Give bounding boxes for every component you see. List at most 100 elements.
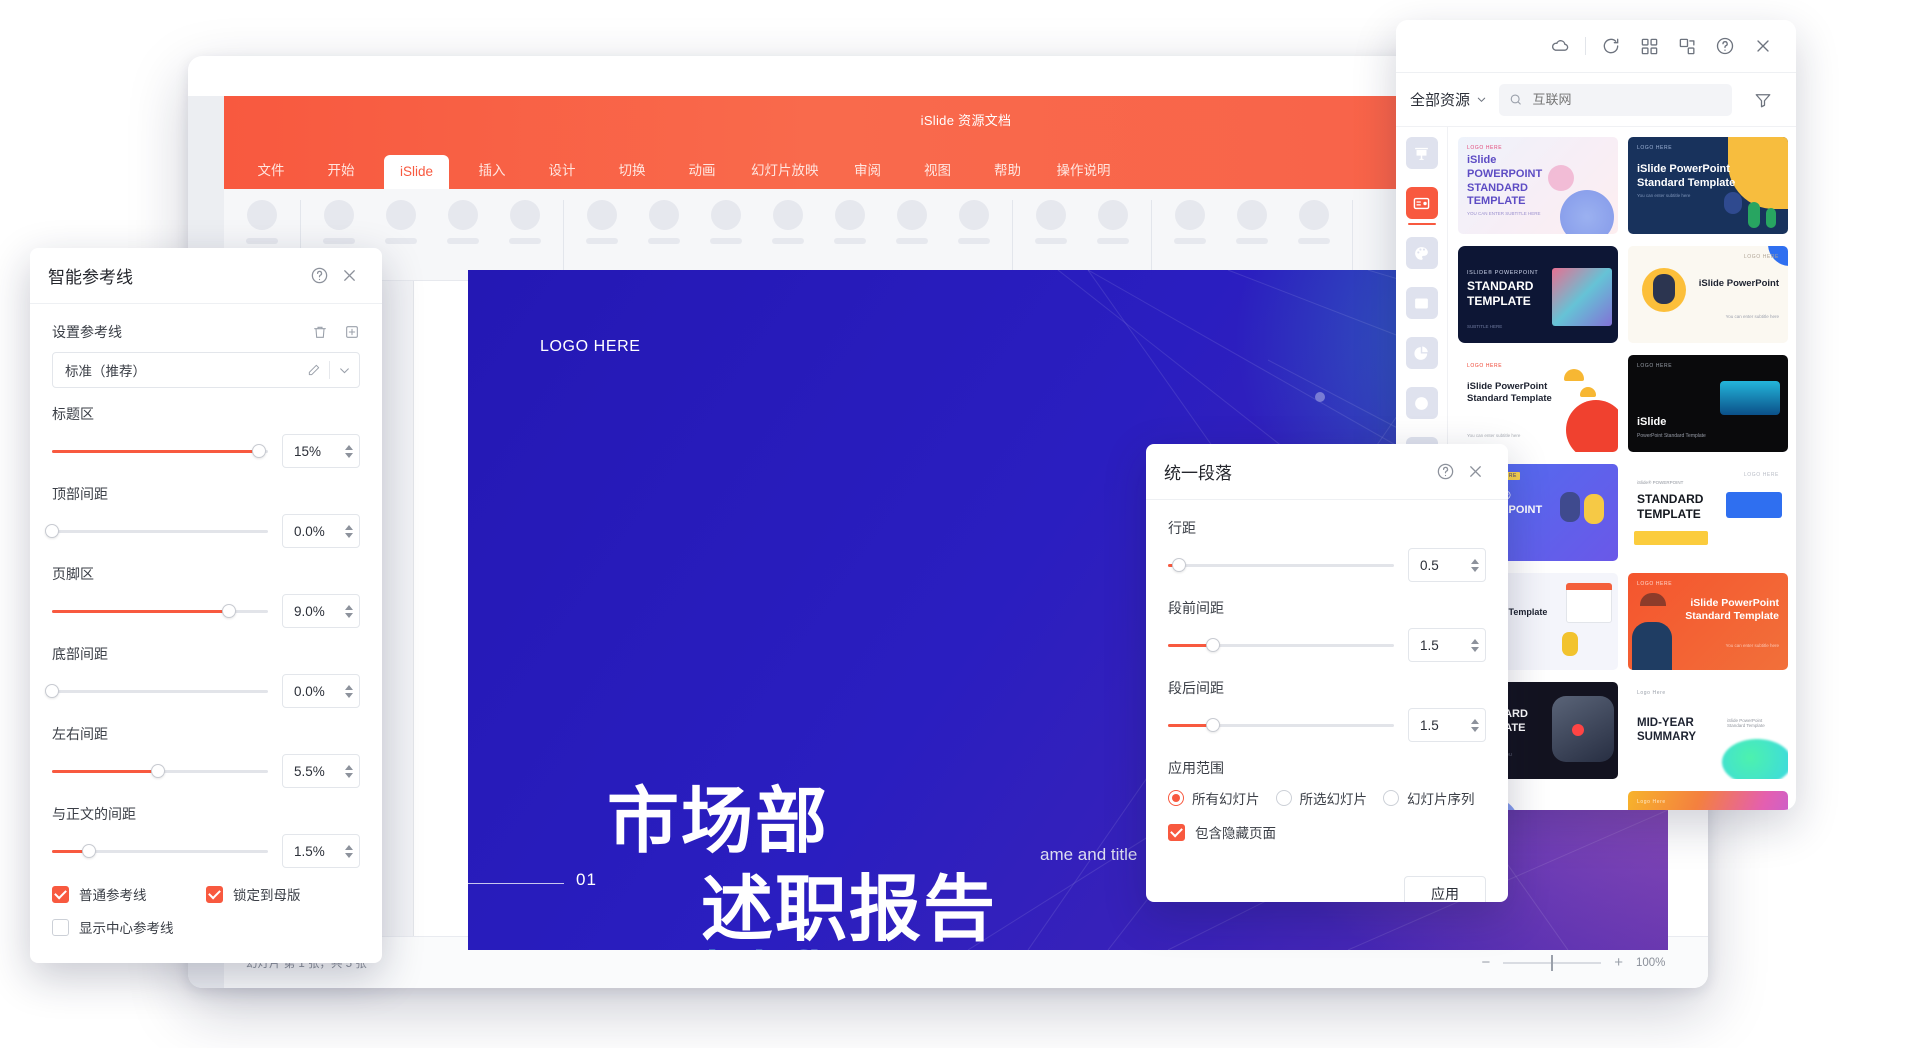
tab-islide[interactable]: iSlide <box>384 155 450 189</box>
radio-all-slides[interactable]: 所有幻灯片 <box>1168 788 1260 808</box>
slider-handle[interactable] <box>1206 718 1221 732</box>
stepper-up-icon[interactable] <box>345 844 353 850</box>
paragraph-field-spinner[interactable]: 1.5 <box>1408 708 1486 742</box>
template-card[interactable]: LOGO HERE iSlide® POWERPOINT STANDARD TE… <box>1628 464 1788 561</box>
stepper-down-icon[interactable] <box>1471 646 1479 652</box>
plus-icon[interactable] <box>344 324 360 340</box>
template-card[interactable]: LOGO HERE iSlide PowerPoint Standard Tem… <box>1458 355 1618 452</box>
stepper-down-icon[interactable] <box>345 852 353 858</box>
radio-slide-range[interactable]: 幻灯片序列 <box>1383 788 1475 808</box>
guide-field-slider[interactable] <box>52 841 268 861</box>
radio-button[interactable] <box>1383 790 1399 806</box>
tab-file[interactable]: 文件 <box>250 151 292 189</box>
checkbox-box[interactable] <box>1168 823 1185 841</box>
detach-icon[interactable] <box>1668 27 1706 65</box>
tab-animation[interactable]: 动画 <box>681 151 723 189</box>
cloud-icon[interactable] <box>1541 27 1579 65</box>
ribbon-button[interactable] <box>772 199 804 244</box>
guide-field-spinner[interactable]: 0.0% <box>282 674 360 708</box>
checkbox-box[interactable] <box>206 885 223 903</box>
guide-field-slider[interactable] <box>45 521 268 541</box>
guide-field-spinner[interactable]: 9.0% <box>282 594 360 628</box>
ribbon-button[interactable] <box>896 199 928 244</box>
stepper-down-icon[interactable] <box>345 452 353 458</box>
radio-button[interactable] <box>1275 790 1292 806</box>
chevron-down-icon[interactable] <box>338 364 351 377</box>
template-card[interactable]: Logo Here iSlide PowerPoint Standard Tem… <box>1628 791 1788 810</box>
rail-item-chart[interactable] <box>1405 337 1438 369</box>
help-icon[interactable] <box>304 261 334 291</box>
slider-handle[interactable] <box>150 764 165 778</box>
ribbon-button[interactable] <box>447 199 479 244</box>
close-icon[interactable] <box>1460 457 1490 487</box>
tab-transition[interactable]: 切换 <box>611 151 653 189</box>
rail-item-image[interactable] <box>1405 287 1438 319</box>
stepper-up-icon[interactable] <box>1471 638 1479 644</box>
ribbon-button[interactable] <box>1097 199 1129 244</box>
paragraph-field-slider[interactable] <box>1168 635 1394 655</box>
template-card[interactable]: LOGO HERE iSlide PowerPoint Standard Tem… <box>1628 573 1788 670</box>
stepper-up-icon[interactable] <box>345 604 353 610</box>
template-card[interactable]: LOGO HERE iSlide POWERPOINT STANDARD TEM… <box>1458 137 1618 234</box>
resource-category-dropdown[interactable]: 全部资源 <box>1410 89 1487 110</box>
stepper-down-icon[interactable] <box>1471 726 1479 732</box>
refresh-icon[interactable] <box>1592 27 1630 65</box>
slider-handle[interactable] <box>45 524 59 538</box>
paragraph-field-spinner[interactable]: 1.5 <box>1408 628 1486 662</box>
template-card[interactable]: LOGO HERE iSlide PowerPoint You can ente… <box>1628 246 1788 343</box>
stepper-up-icon[interactable] <box>345 524 353 530</box>
edit-icon[interactable] <box>307 363 321 377</box>
template-card[interactable]: Logo Here MID-YEAR SUMMARY iSlide PowerP… <box>1628 682 1788 779</box>
ribbon-button[interactable] <box>648 199 680 244</box>
zoom-slider-handle[interactable] <box>1551 954 1554 971</box>
ribbon-button[interactable] <box>958 199 990 244</box>
ribbon-button[interactable] <box>586 199 618 244</box>
guide-field-slider[interactable] <box>45 681 268 701</box>
grid-icon[interactable] <box>1630 27 1668 65</box>
guide-field-slider[interactable] <box>52 441 268 461</box>
resource-search-input[interactable] <box>1530 91 1722 108</box>
stepper-up-icon[interactable] <box>345 684 353 690</box>
checkbox-lock-to-master[interactable]: 锁定到母版 <box>206 884 360 904</box>
close-icon[interactable] <box>1744 27 1782 65</box>
slider-handle[interactable] <box>1172 558 1187 572</box>
ribbon-button[interactable] <box>1174 199 1206 244</box>
guide-field-spinner[interactable]: 15% <box>282 434 360 468</box>
help-icon[interactable] <box>1430 457 1460 487</box>
ribbon-button[interactable] <box>509 199 541 244</box>
tab-view[interactable]: 视图 <box>917 151 959 189</box>
stepper-down-icon[interactable] <box>345 772 353 778</box>
guide-field-spinner[interactable]: 5.5% <box>282 754 360 788</box>
checkbox-box[interactable] <box>52 885 69 903</box>
slider-handle[interactable] <box>222 604 237 618</box>
stepper-down-icon[interactable] <box>345 532 353 538</box>
template-card[interactable]: ISLIDE® POWERPOINT STANDARD TEMPLATE SUB… <box>1458 246 1618 343</box>
filter-icon[interactable] <box>1744 81 1782 119</box>
stepper-up-icon[interactable] <box>1471 718 1479 724</box>
guides-preset-select[interactable]: 标准（推荐） <box>52 352 360 388</box>
tab-home[interactable]: 开始 <box>320 151 362 189</box>
guide-field-spinner[interactable]: 1.5% <box>282 834 360 868</box>
rail-item-theme[interactable] <box>1405 237 1438 269</box>
checkbox-show-center-guides[interactable]: 显示中心参考线 <box>52 917 360 937</box>
help-icon[interactable] <box>1706 27 1744 65</box>
radio-selected-slides[interactable]: 所选幻灯片 <box>1275 788 1367 808</box>
stepper-down-icon[interactable] <box>345 612 353 618</box>
zoom-slider[interactable] <box>1503 954 1602 971</box>
checkbox-box[interactable] <box>52 918 69 936</box>
apply-button[interactable]: 应用 <box>1404 876 1486 902</box>
tab-design[interactable]: 设计 <box>541 151 583 189</box>
stepper-up-icon[interactable] <box>345 764 353 770</box>
slider-handle[interactable] <box>81 844 96 858</box>
stepper-down-icon[interactable] <box>1471 566 1479 572</box>
tab-review[interactable]: 审阅 <box>847 151 889 189</box>
ribbon-button[interactable] <box>834 199 866 244</box>
tab-tellme[interactable]: 操作说明 <box>1057 151 1111 189</box>
resource-search-box[interactable] <box>1499 83 1732 116</box>
zoom-out-button[interactable]: − <box>1481 955 1490 970</box>
ribbon-button[interactable] <box>1035 199 1067 244</box>
tab-help[interactable]: 帮助 <box>987 151 1029 189</box>
ribbon-button[interactable] <box>1298 199 1330 244</box>
guide-field-spinner[interactable]: 0.0% <box>282 514 360 548</box>
template-card[interactable]: LOGO HERE iSlide PowerPoint Standard Tem… <box>1628 355 1788 452</box>
